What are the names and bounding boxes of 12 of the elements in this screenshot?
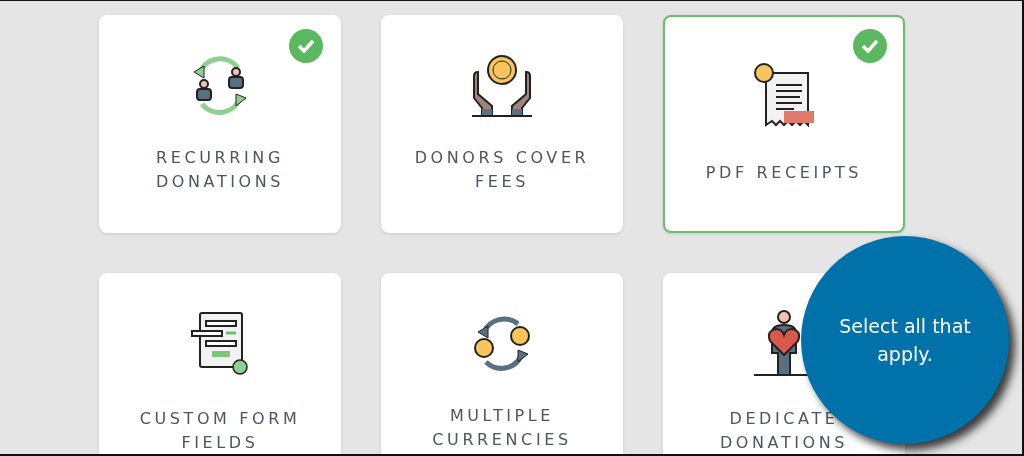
option-card[interactable]: CUSTOM FORM FIELDS — [99, 273, 341, 454]
option-label: CUSTOM FORM FIELDS — [139, 408, 301, 454]
option-label: DEDICATE DONATIONS — [719, 408, 849, 454]
option-card[interactable]: RECURRING DONATIONS — [99, 15, 341, 233]
option-label: PDF RECEIPTS — [705, 162, 863, 184]
option-label: MULTIPLE CURRENCIES — [432, 405, 572, 451]
option-label: RECURRING DONATIONS — [155, 147, 285, 193]
option-label: DONORS COVER FEES — [414, 147, 590, 193]
option-card[interactable]: DONORS COVER FEES — [381, 15, 623, 233]
option-card[interactable]: MULTIPLE CURRENCIES — [381, 273, 623, 454]
hands-coin-icon — [470, 54, 534, 118]
option-card[interactable]: PDF RECEIPTS — [663, 15, 905, 233]
